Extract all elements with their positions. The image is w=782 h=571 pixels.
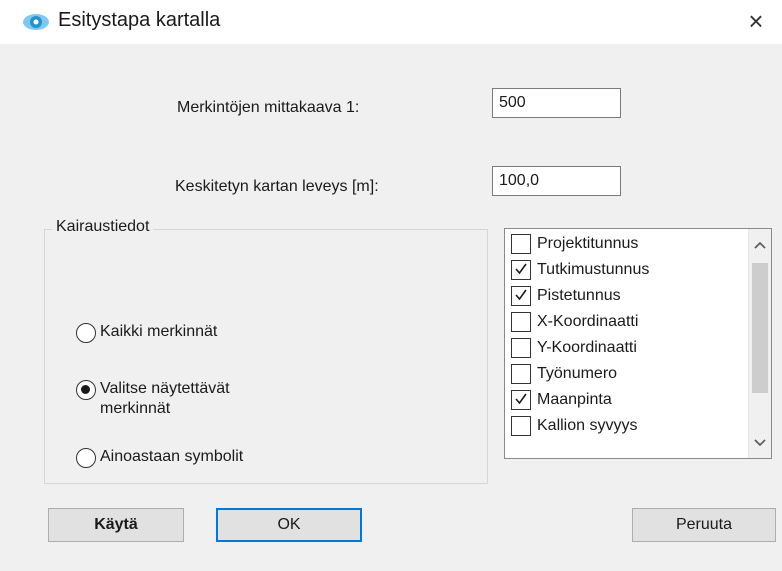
list-item-label: Työnumero — [537, 365, 618, 382]
close-icon: × — [748, 6, 764, 36]
scale-label: Merkintöjen mittakaava 1: — [177, 99, 360, 116]
scroll-thumb[interactable] — [752, 263, 768, 393]
checkmark-icon — [515, 289, 527, 301]
group-title: Kairaustiedot — [52, 218, 154, 236]
checkbox — [511, 364, 531, 384]
list-item-label: Tutkimustunnus — [537, 261, 650, 278]
list-item[interactable]: Y-Koordinaatti — [511, 336, 637, 360]
list-item[interactable]: X-Koordinaatti — [511, 310, 638, 334]
list-scrollbar[interactable] — [748, 229, 771, 458]
list-item[interactable]: Työnumero — [511, 362, 617, 386]
list-item-label: Maanpinta — [537, 391, 612, 408]
list-item[interactable]: Projektitunnus — [511, 232, 638, 256]
checkbox — [511, 286, 531, 306]
radio-circle — [76, 448, 96, 468]
list-item[interactable]: Pistetunnus — [511, 284, 621, 308]
map-width-label: Keskitetyn kartan leveys [m]: — [175, 178, 379, 195]
cancel-button[interactable]: Peruuta — [632, 508, 776, 542]
ok-button[interactable]: OK — [216, 508, 362, 542]
list-item[interactable]: Kallion syvyys — [511, 414, 637, 438]
radio-label: Kaikki merkinnät — [100, 323, 218, 340]
list-item-label: Pistetunnus — [537, 287, 621, 304]
scroll-up-icon[interactable] — [749, 233, 771, 255]
radio-select-markings[interactable]: Valitse näytettävät merkinnät — [76, 379, 280, 419]
group-kairaustiedot — [44, 229, 488, 484]
list-item[interactable]: Maanpinta — [511, 388, 612, 412]
radio-label: Valitse näytettävät merkinnät — [100, 380, 230, 417]
scroll-down-icon[interactable] — [749, 431, 771, 453]
radio-symbols-only[interactable]: Ainoastaan symbolit — [76, 447, 300, 468]
title-bar: Esitystapa kartalla × — [0, 0, 782, 44]
list-item-label: Kallion syvyys — [537, 417, 638, 434]
markings-checklist[interactable]: Projektitunnus Tutkimustunnus Pistetunnu… — [504, 228, 772, 459]
radio-label: Ainoastaan symbolit — [100, 448, 244, 465]
map-width-input[interactable] — [492, 166, 621, 196]
close-button[interactable]: × — [738, 4, 774, 40]
scale-input[interactable] — [492, 88, 621, 118]
window-title: Esitystapa kartalla — [58, 9, 221, 31]
radio-circle — [76, 380, 96, 400]
list-item-label: Y-Koordinaatti — [537, 339, 637, 356]
checkbox — [511, 390, 531, 410]
checkbox — [511, 338, 531, 358]
apply-button[interactable]: Käytä — [48, 508, 184, 542]
map-eye-icon — [23, 14, 49, 30]
checkbox — [511, 260, 531, 280]
checkbox — [511, 312, 531, 332]
radio-all-markings[interactable]: Kaikki merkinnät — [76, 322, 300, 343]
checkmark-icon — [515, 263, 527, 275]
radio-circle — [76, 323, 96, 343]
checkmark-icon — [515, 393, 527, 405]
list-item-label: Projektitunnus — [537, 235, 639, 252]
radio-selected-dot — [81, 385, 90, 394]
list-item-label: X-Koordinaatti — [537, 313, 639, 330]
list-item[interactable]: Tutkimustunnus — [511, 258, 649, 282]
checkbox — [511, 234, 531, 254]
checkbox — [511, 416, 531, 436]
